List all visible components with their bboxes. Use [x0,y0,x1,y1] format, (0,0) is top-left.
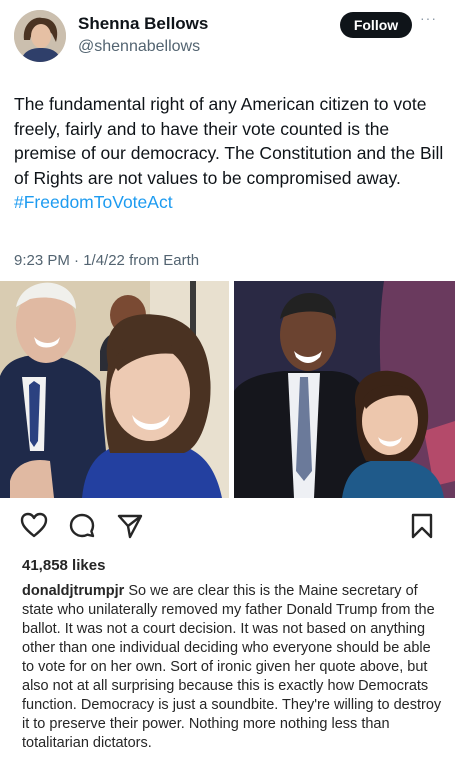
caption-username[interactable]: donaldjtrumpjr [22,583,124,599]
comment-icon[interactable] [68,512,96,545]
display-name[interactable]: Shenna Bellows [78,14,208,34]
tweet-body: The fundamental right of any American ci… [14,94,444,188]
post-caption: donaldjtrumpjr So we are clear this is t… [22,582,442,753]
follow-button[interactable]: Follow [340,12,412,38]
photo-right[interactable] [234,281,455,498]
share-icon[interactable] [116,512,144,545]
photo-left[interactable] [0,281,229,498]
tweet-card: Shenna Bellows @shennabellows Follow ···… [0,0,455,281]
handle[interactable]: @shennabellows [78,38,200,56]
like-icon[interactable] [20,512,48,543]
caption-text: So we are clear this is the Maine secret… [22,583,442,751]
likes-count[interactable]: 41,858 likes [22,557,105,574]
instagram-action-bar [0,506,455,546]
hashtag-link[interactable]: #FreedomToVoteAct [14,192,173,212]
tweet-timestamp[interactable]: 9:23 PM · 1/4/22 from Earth [14,252,199,269]
save-icon[interactable] [410,512,434,545]
more-options-icon[interactable]: ··· [420,10,437,26]
tweet-text: The fundamental right of any American ci… [14,92,444,215]
avatar[interactable] [14,10,66,62]
